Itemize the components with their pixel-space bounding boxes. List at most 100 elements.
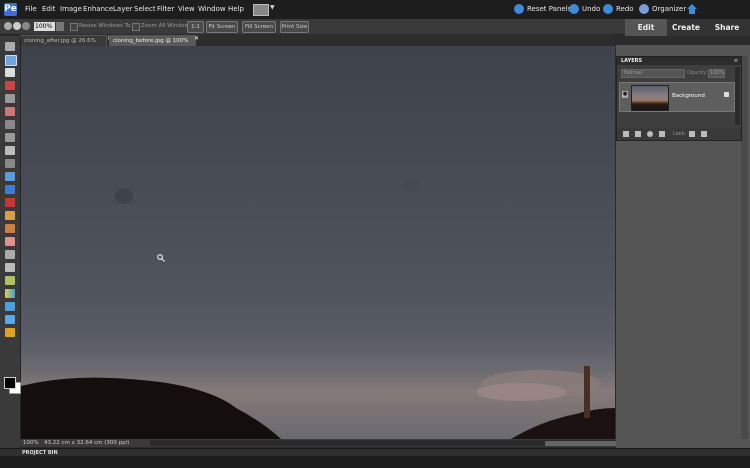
lasso-tool-icon[interactable] [5,107,15,116]
status-zoom[interactable]: 100% [23,439,39,447]
smart-brush-icon[interactable] [5,263,15,272]
new-group-icon[interactable] [635,131,641,137]
undo-button[interactable]: Undo [582,3,600,16]
menu-image[interactable]: Image [60,3,82,16]
lock-label: Lock: [673,131,687,137]
type-tool-icon[interactable] [5,146,15,155]
straighten-tool-icon[interactable] [5,185,15,194]
layers-panel-footer: Lock: [617,128,741,140]
layer-row-background[interactable]: ● Background [619,82,735,112]
app-logo-icon: Pe [4,3,17,16]
gradient-tool-icon[interactable] [5,289,15,298]
zoom-out-icon[interactable] [22,22,30,30]
organizer-button[interactable]: Organizer [652,3,686,16]
redo-icon[interactable] [603,4,613,14]
workspace-layout-button[interactable] [253,4,269,16]
redo-button[interactable]: Redo [616,3,634,16]
close-icon[interactable]: ✕ [194,35,199,42]
menu-select[interactable]: Select [134,3,156,16]
sponge-tool-icon[interactable] [5,328,15,337]
crop-tool-icon[interactable] [5,159,15,168]
menu-enhance[interactable]: Enhance [83,3,113,16]
actual-pixels-button[interactable]: 1:1 [187,21,204,33]
zoom-tool-icon[interactable] [5,55,17,66]
status-document-size: 43.22 cm x 32.64 cm (300 ppi) [44,440,130,446]
menu-view[interactable]: View [178,3,195,16]
undo-icon[interactable] [569,4,579,14]
zoom-all-windows-checkbox[interactable] [132,23,140,31]
tab-create[interactable]: Create [667,19,705,36]
menu-filter[interactable]: Filter [157,3,174,16]
quick-selection-icon[interactable] [5,120,15,129]
photo-landscape [21,180,615,439]
opacity-input[interactable]: 100% [708,69,725,78]
layers-panel: LAYERS ≡ Normal Opacity: 100% ● Backgrou… [616,56,742,141]
zoom-dropdown-button[interactable] [56,22,64,31]
toolbox [0,36,21,448]
brush-tool-icon[interactable] [5,250,15,259]
zoom-cursor-icon [157,254,165,262]
paint-bucket-icon[interactable] [5,276,15,285]
organizer-icon[interactable] [639,4,649,14]
menu-layer[interactable]: Layer [113,3,133,16]
zoom-all-windows-label: Zoom All Windows [141,23,192,29]
custom-shape-icon[interactable] [5,302,15,311]
layers-scrollbar[interactable] [735,67,740,125]
layer-name: Background [672,93,705,99]
mode-tabs: Edit Create Share [625,19,750,36]
status-bar: 100% 43.22 cm x 32.64 cm (300 ppi) [20,439,645,447]
magic-wand-icon[interactable] [5,133,15,142]
trash-icon[interactable] [659,131,665,137]
clone-stamp-icon[interactable] [5,224,15,233]
tab-edit[interactable]: Edit [625,19,667,36]
resize-windows-label: Resize Windows To Fit [79,23,139,29]
zoom-in-icon[interactable] [13,22,21,30]
horizontal-scrollbar[interactable] [150,440,645,446]
tool-preset-icon[interactable] [4,22,12,30]
lock-icon [724,92,729,97]
layers-panel-header: LAYERS ≡ [617,57,741,65]
hand-tool-icon[interactable] [5,68,15,77]
blur-tool-icon[interactable] [5,315,15,324]
layer-thumbnail [631,85,669,111]
zoom-input[interactable]: 100% [34,22,55,31]
image-canvas[interactable] [21,46,615,439]
tab-cloning-after[interactable]: cloning_after.jpg @ 26.6% (RGB/8) [20,35,107,54]
red-eye-icon[interactable] [5,198,15,207]
tab-share[interactable]: Share [707,19,747,36]
reset-panels-icon[interactable] [514,4,524,14]
print-size-button[interactable]: Print Size [280,21,309,33]
eyedropper-icon[interactable] [5,81,15,90]
home-icon[interactable] [686,3,698,15]
adjustment-layer-icon[interactable] [647,131,653,137]
recompose-tool-icon[interactable] [5,172,15,181]
eye-icon[interactable]: ● [622,91,628,98]
move-tool-icon[interactable] [5,42,15,51]
chevron-down-icon[interactable]: ▼ [270,4,275,11]
menu-help[interactable]: Help [228,3,244,16]
lock-transparent-icon[interactable] [689,131,695,137]
resize-windows-checkbox[interactable] [70,23,78,31]
healing-brush-icon[interactable] [5,211,15,220]
fill-screen-button[interactable]: Fill Screen [242,21,276,33]
tab-cloning-before[interactable]: cloning_before.jpg @ 100%(RGB/8) * [109,35,196,54]
vertical-scrollbar[interactable] [741,56,748,439]
menu-file[interactable]: File [25,3,37,16]
layers-panel-title[interactable]: LAYERS [621,57,642,65]
menu-edit[interactable]: Edit [42,3,56,16]
tool-options-bar: 100% Resize Windows To Fit Zoom All Wind… [0,19,625,35]
new-layer-icon[interactable] [623,131,629,137]
foreground-color-swatch[interactable] [4,377,16,389]
menu-bar: Pe File Edit Image Enhance Layer Select … [0,0,750,19]
menu-window[interactable]: Window [198,3,226,16]
blend-mode-select[interactable]: Normal [621,69,685,78]
document-tab-bar: cloning_after.jpg @ 26.6% (RGB/8) ✕ clon… [20,34,615,54]
panel-menu-icon[interactable]: ≡ [734,58,738,64]
bottom-strip [0,456,750,468]
fit-screen-button[interactable]: Fit Screen [206,21,238,33]
reset-panels-button[interactable]: Reset Panels [527,3,571,16]
eraser-icon[interactable] [5,237,15,246]
lock-all-icon[interactable] [701,131,707,137]
opacity-label: Opacity: [687,70,708,76]
marquee-tool-icon[interactable] [5,94,15,103]
